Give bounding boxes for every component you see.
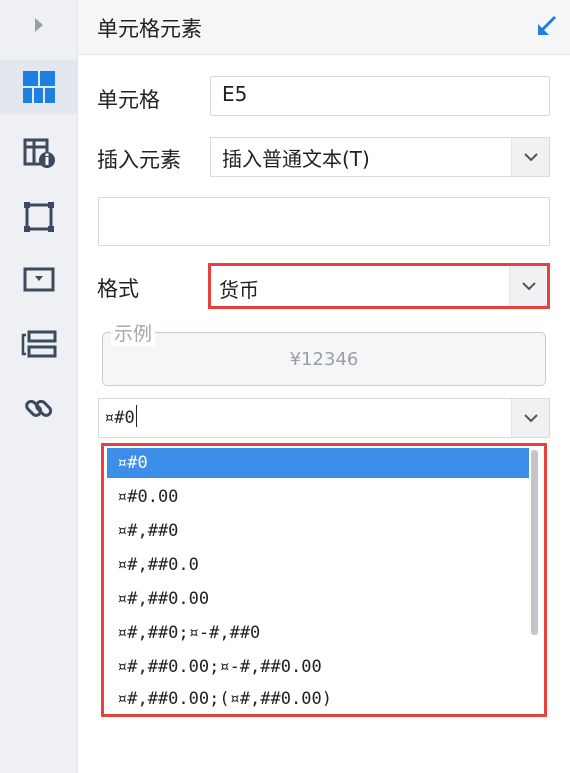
chevron-down-icon: [521, 282, 536, 291]
widget-icon: [23, 202, 54, 232]
pattern-dropdown-list: ¤#0 ¤#0.00 ¤#,##0 ¤#,##0.0 ¤#,##0.00 ¤#,…: [101, 443, 547, 717]
panel-header: 单元格元素: [78, 0, 570, 55]
pattern-option[interactable]: ¤#0: [107, 448, 529, 478]
hyperlink-icon: [24, 399, 52, 417]
cell-attribute-icon: [23, 138, 55, 168]
collapse-arrow-icon: [538, 15, 557, 35]
cell-input-value: E5: [222, 82, 248, 106]
text-content-input[interactable]: [98, 197, 550, 246]
panel-title: 单元格元素: [97, 17, 202, 41]
sidebar-item-widget[interactable]: [0, 190, 77, 244]
sidebar-item-hyperlink[interactable]: [0, 381, 77, 435]
chevron-down-icon: [523, 153, 538, 162]
expand-arrow-icon: [34, 18, 43, 32]
list-scrollbar[interactable]: [531, 450, 538, 635]
parameter-icon: [23, 267, 54, 292]
sidebar-item-cell-element[interactable]: [0, 60, 77, 114]
insert-element-dropdown-button[interactable]: [511, 138, 549, 176]
format-dropdown-button[interactable]: [509, 266, 547, 306]
collapse-panel-button[interactable]: [534, 13, 560, 43]
format-value: 货币: [219, 278, 259, 302]
example-legend: 示例: [111, 319, 156, 346]
sidebar: [0, 0, 78, 773]
cell-element-panel: 单元格元素 单元格 E5 插入元素 插入普通文本(T) 格式 货币 示例 ¥12…: [78, 0, 570, 773]
insert-element-select[interactable]: 插入普通文本(T): [210, 137, 550, 177]
pattern-select[interactable]: ¤#0: [98, 398, 550, 438]
pattern-dropdown-button[interactable]: [511, 399, 549, 437]
cell-label: 单元格: [97, 88, 160, 112]
sidebar-item-list-layout[interactable]: [0, 318, 77, 372]
pattern-option[interactable]: ¤#,##0.00;(¤#,##0.00): [107, 684, 529, 714]
pattern-value: ¤#0: [104, 408, 135, 428]
pattern-option[interactable]: ¤#,##0.00: [107, 584, 529, 614]
cell-input[interactable]: E5: [210, 76, 550, 116]
insert-element-label: 插入元素: [97, 148, 181, 172]
insert-element-value: 插入普通文本(T): [222, 147, 370, 171]
expand-sidebar-button[interactable]: [0, 0, 77, 50]
text-caret: [135, 405, 137, 427]
list-layout-icon: [21, 330, 56, 358]
format-label: 格式: [97, 277, 139, 301]
pattern-option[interactable]: ¤#0.00: [107, 482, 529, 512]
pattern-option[interactable]: ¤#,##0.0: [107, 550, 529, 580]
pattern-option[interactable]: ¤#,##0.00;¤-#,##0.00: [107, 652, 529, 682]
example-value: ¥12346: [289, 349, 359, 370]
example-box: 示例 ¥12346: [102, 319, 546, 386]
cell-element-icon: [22, 71, 55, 103]
format-select[interactable]: 货币: [208, 263, 550, 309]
chevron-down-icon: [523, 414, 538, 423]
sidebar-item-cell-attribute[interactable]: [0, 126, 77, 180]
pattern-option[interactable]: ¤#,##0: [107, 516, 529, 546]
pattern-option[interactable]: ¤#,##0;¤-#,##0: [107, 618, 529, 648]
sidebar-item-parameter[interactable]: [0, 253, 77, 307]
